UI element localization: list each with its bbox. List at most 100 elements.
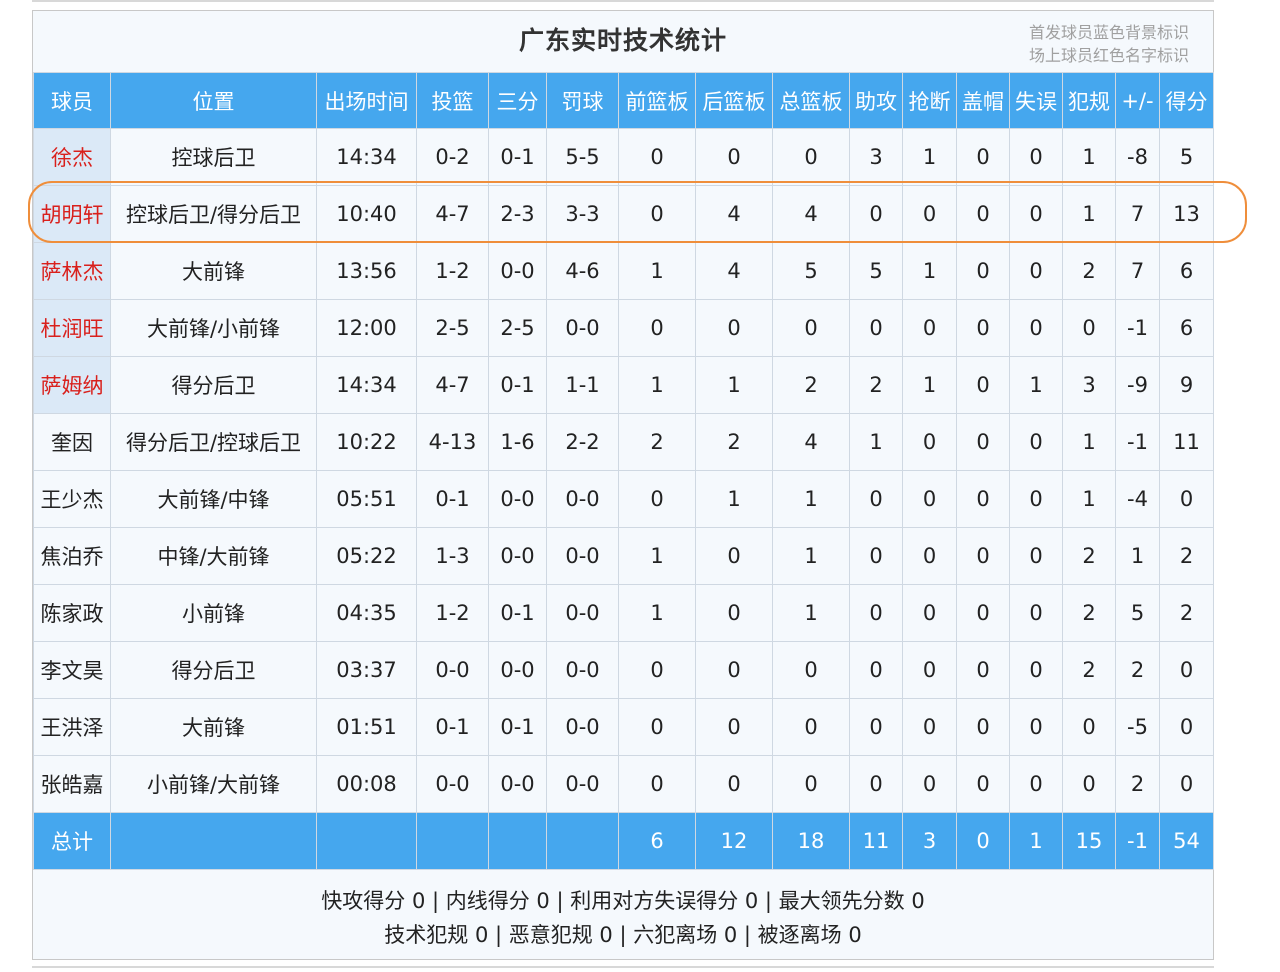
stat-cell-tp: 2-5 [488,299,547,357]
player-name: 萨林杰 [33,242,111,300]
stat-cell-dreb: 0 [695,299,773,357]
stat-cell-dreb: 4 [695,242,773,300]
stat-cell-pf: 0 [1062,299,1116,357]
stat-cell-blk: 0 [956,584,1010,642]
stat-cell-ft: 0-0 [546,698,619,756]
stat-cell-dreb: 2 [695,413,773,471]
stat-cell-oreb: 1 [618,356,696,414]
stat-cell-min: 14:34 [316,356,417,414]
total-blk: 0 [956,812,1010,870]
box-score-table: 球员 位置 出场时间 投篮 三分 罚球 前篮板 后篮板 总篮板 助攻 抢断 盖帽 失误 犯规 +/- 得分 徐… [33,72,1214,870]
stat-cell-ast: 0 [849,698,903,756]
stat-cell-stl: 0 [902,755,957,813]
blurred-cell [416,812,489,870]
stat-cell-fg: 1-3 [416,527,489,585]
stat-cell-stl: 1 [902,242,957,300]
player-row: 奎因 得分后卫/控球后卫 10:22 4-13 1-6 2-2 2 2 4 1 0 0 0 1 -1 11 [33,413,1214,471]
stat-cell-oreb: 1 [618,242,696,300]
legend-starter: 首发球员蓝色背景标识 [1028,23,1189,42]
blurred-cell [546,812,619,870]
stat-cell-fg: 4-7 [416,185,489,243]
stat-cell-oreb: 0 [618,698,696,756]
stat-cell-pos: 得分后卫 [110,641,317,699]
blurred-cell [488,812,547,870]
column-header: 总篮板 [772,72,850,129]
stat-cell-pts: 5 [1159,128,1214,186]
player-name: 张皓嘉 [33,755,111,813]
top-divider [32,0,1214,2]
stat-cell-tp: 0-1 [488,356,547,414]
stat-cell-dreb: 0 [695,128,773,186]
stat-cell-tov: 0 [1009,527,1063,585]
stat-cell-pf: 0 [1062,698,1116,756]
stat-cell-min: 13:56 [316,242,417,300]
total-pts: 54 [1159,812,1214,870]
total-dreb: 12 [695,812,773,870]
stat-cell-pf: 0 [1062,755,1116,813]
total-ast: 11 [849,812,903,870]
stat-cell-pm: -9 [1115,356,1160,414]
stat-cell-ft: 0-0 [546,755,619,813]
stat-cell-ast: 5 [849,242,903,300]
stat-cell-blk: 0 [956,128,1010,186]
stat-cell-fg: 4-13 [416,413,489,471]
player-row: 焦泊乔 中锋/大前锋 05:22 1-3 0-0 0-0 1 0 1 0 0 0 0 2 1 2 [33,527,1214,585]
stat-cell-ast: 1 [849,413,903,471]
column-header: 前篮板 [618,72,696,129]
stat-cell-tov: 0 [1009,470,1063,528]
stat-cell-oreb: 0 [618,470,696,528]
stat-cell-dreb: 0 [695,698,773,756]
stat-cell-pf: 1 [1062,128,1116,186]
stat-cell-tp: 0-1 [488,128,547,186]
stat-cell-pf: 1 [1062,185,1116,243]
player-row: 张皓嘉 小前锋/大前锋 00:08 0-0 0-0 0-0 0 0 0 0 0 0 0 0 2 0 [33,755,1214,813]
stat-cell-stl: 0 [902,185,957,243]
stat-cell-ft: 0-0 [546,470,619,528]
stat-cell-tov: 0 [1009,413,1063,471]
stat-cell-reb: 1 [772,584,850,642]
stat-cell-blk: 0 [956,413,1010,471]
stat-cell-oreb: 0 [618,185,696,243]
stat-cell-pos: 大前锋 [110,698,317,756]
stat-cell-min: 00:08 [316,755,417,813]
stat-cell-pm: -4 [1115,470,1160,528]
stat-cell-pm: 5 [1115,584,1160,642]
stat-cell-min: 04:35 [316,584,417,642]
stat-cell-oreb: 1 [618,527,696,585]
stat-cell-min: 10:22 [316,413,417,471]
stat-cell-reb: 5 [772,242,850,300]
empty-total-cell [110,812,317,870]
column-header: 位置 [110,72,317,129]
stat-cell-pts: 11 [1159,413,1214,471]
stat-cell-pm: -1 [1115,299,1160,357]
stat-cell-tov: 0 [1009,128,1063,186]
stat-cell-pos: 大前锋 [110,242,317,300]
column-header: 犯规 [1062,72,1116,129]
stat-cell-pf: 2 [1062,527,1116,585]
stat-cell-tov: 0 [1009,299,1063,357]
stat-cell-pm: 7 [1115,242,1160,300]
column-header: 罚球 [546,72,619,129]
stat-cell-pm: 2 [1115,755,1160,813]
stat-cell-pf: 2 [1062,641,1116,699]
stat-cell-stl: 1 [902,356,957,414]
stat-cell-tp: 0-1 [488,698,547,756]
legend-oncourt: 场上球员红色名字标识 [1028,46,1189,65]
total-stl: 3 [902,812,957,870]
stat-cell-pf: 1 [1062,413,1116,471]
stat-cell-blk: 0 [956,527,1010,585]
stat-cell-min: 03:37 [316,641,417,699]
stat-cell-ft: 4-6 [546,242,619,300]
stat-cell-min: 10:40 [316,185,417,243]
stat-cell-tp: 0-1 [488,584,547,642]
stat-cell-fg: 0-1 [416,470,489,528]
stat-cell-pts: 13 [1159,185,1214,243]
column-header: 失误 [1009,72,1063,129]
stat-cell-fg: 4-7 [416,356,489,414]
player-name: 焦泊乔 [33,527,111,585]
stat-cell-pts: 9 [1159,356,1214,414]
stat-cell-pos: 中锋/大前锋 [110,527,317,585]
player-row: 王少杰 大前锋/中锋 05:51 0-1 0-0 0-0 0 1 1 0 0 0 0 1 -4 0 [33,470,1214,528]
stat-cell-min: 05:22 [316,527,417,585]
stat-cell-pos: 控球后卫 [110,128,317,186]
